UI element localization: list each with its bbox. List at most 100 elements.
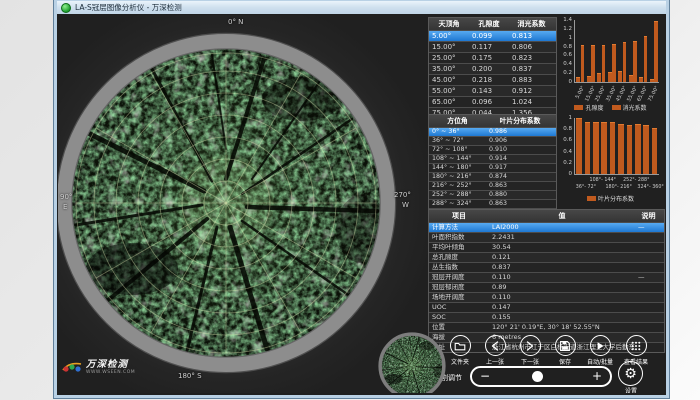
table-row[interactable]: 冠层开阔度0.110— (429, 273, 664, 283)
table-row[interactable]: 场地开阔度0.110 (429, 293, 664, 303)
legend-label: 孔隙度 (585, 103, 603, 112)
slider-minus-button[interactable]: − (480, 369, 490, 384)
table-cell: 35.00° (429, 64, 469, 74)
wseen-logo-icon (61, 358, 83, 376)
table-row[interactable]: 0° ~ 36°0.986 (429, 128, 556, 137)
slider-thumb[interactable] (532, 371, 543, 382)
table-row[interactable]: 288° ~ 324°0.863 (429, 200, 556, 209)
split-adjust-slider[interactable]: − + (470, 366, 612, 387)
arrow-left-icon (485, 335, 506, 356)
tool-button-label: 文件夹 (442, 357, 478, 366)
table-row[interactable]: 180° ~ 216°0.874 (429, 173, 556, 182)
slider-plus-button[interactable]: + (592, 369, 602, 384)
auto-batch-button[interactable]: 自动/批量 (582, 335, 618, 366)
bar (627, 125, 633, 174)
table-row[interactable]: 55.00°0.1430.912 (429, 86, 556, 97)
table-cell (635, 233, 662, 242)
table-cell: 0.110 (489, 273, 635, 282)
table-cell: 120° 21' 0.19"E, 30° 18' 52.55"N (489, 323, 635, 332)
table-row[interactable]: 丛生指数0.837 (429, 263, 664, 273)
x-axis-tick-label: 252°- 288° (621, 178, 651, 183)
app-window: LA-S冠层图像分析仪 - 万深检测 (53, 0, 670, 399)
table-row[interactable]: 72° ~ 108°0.910 (429, 146, 556, 155)
column-header: 方位角 (429, 115, 486, 127)
table-row[interactable]: 35.00°0.2000.837 (429, 64, 556, 75)
bar (639, 77, 643, 82)
table-cell: 冠层开阔度 (429, 273, 489, 282)
bar (643, 125, 649, 174)
table-cell: 0.099 (469, 31, 509, 41)
table-cell: 15.00° (429, 42, 469, 52)
table-row[interactable]: 144° ~ 180°0.917 (429, 164, 556, 173)
table-cell: 36° ~ 72° (429, 137, 486, 145)
y-axis-tick-label: 0 (558, 171, 572, 177)
table-row[interactable]: 252° ~ 288°0.880 (429, 191, 556, 200)
compass-west-deg: 270° (394, 191, 411, 199)
column-header: 天顶角 (429, 18, 469, 30)
y-axis-tick-label: 0.6 (558, 137, 572, 143)
table-cell: 0.917 (486, 164, 554, 172)
table-row[interactable]: 25.00°0.1750.823 (429, 53, 556, 64)
tool-button-label: 上一张 (477, 357, 513, 366)
table-row[interactable]: 15.00°0.1170.806 (429, 42, 556, 53)
table-cell: 25.00° (429, 53, 469, 63)
table-cell: 55.00° (429, 86, 469, 96)
table-cell: 0.880 (486, 191, 554, 199)
table-row[interactable]: 叶面积指数2.2431 (429, 233, 664, 243)
table-cell: 0.823 (509, 53, 554, 63)
bar (629, 75, 633, 82)
bar (585, 122, 591, 174)
table-row[interactable]: 36° ~ 72°0.906 (429, 137, 556, 146)
titlebar[interactable]: LA-S冠层图像分析仪 - 万深检测 (57, 1, 666, 14)
legend-item: 消光系数 (612, 103, 647, 112)
compass-north-label: 0° N (228, 18, 243, 26)
save-button[interactable]: 保存 (547, 335, 583, 366)
settings-button[interactable]: ⚙ (618, 361, 643, 386)
bar (623, 42, 627, 82)
table-cell: 冠层郁闭度 (429, 283, 489, 292)
table-cell: 0.175 (469, 53, 509, 63)
table-row[interactable]: 总孔隙度0.121 (429, 253, 664, 263)
table-row[interactable]: 计算方法LAI2000— (429, 223, 664, 233)
table-row[interactable]: 108° ~ 144°0.914 (429, 155, 556, 164)
chart-legend: 孔隙度消光系数 (558, 103, 663, 112)
bar (652, 128, 658, 174)
table-cell: 0.906 (486, 137, 554, 145)
folder-button[interactable]: 文件夹 (442, 335, 478, 366)
table-row[interactable]: 65.00°0.0961.024 (429, 97, 556, 108)
table-cell: 0.837 (489, 263, 635, 272)
table-cell: 108° ~ 144° (429, 155, 486, 163)
bar (576, 118, 582, 174)
logo-brand-text: 万深检测 (86, 360, 135, 370)
table-cell (635, 293, 662, 302)
table-cell (635, 283, 662, 292)
legend-swatch (612, 105, 621, 110)
table-row[interactable]: SOC0.155 (429, 313, 664, 323)
compass-west-label: W (402, 201, 409, 209)
table-row[interactable]: 5.00°0.0990.813 (429, 31, 556, 42)
table-row[interactable]: 冠层郁闭度0.89 (429, 283, 664, 293)
table-row[interactable]: 位置120° 21' 0.19"E, 30° 18' 52.55"N (429, 323, 664, 333)
bar (608, 72, 612, 82)
legend-label: 叶片分布系数 (598, 194, 634, 203)
table-cell: 45.00° (429, 75, 469, 85)
next-button[interactable]: 下一张 (512, 335, 548, 366)
thumbnail-preview[interactable] (378, 332, 446, 393)
fisheye-image[interactable] (58, 29, 400, 377)
table-row[interactable]: 平均叶倾角30.54 (429, 243, 664, 253)
table-cell (635, 263, 662, 272)
y-axis-tick-label: 0 (558, 79, 572, 85)
x-axis-tick-label: 180°- 216° (604, 185, 634, 190)
bar (610, 122, 616, 174)
bar (593, 122, 599, 174)
table-row[interactable]: 45.00°0.2180.883 (429, 75, 556, 86)
table-row[interactable]: UOC0.147 (429, 303, 664, 313)
column-header: 值 (489, 210, 635, 222)
y-axis-tick-label: 0.8 (558, 44, 572, 50)
azimuth-angle-table: 方位角叶片分布系数0° ~ 36°0.98636° ~ 72°0.90672° … (428, 114, 557, 218)
table-row[interactable]: 216° ~ 252°0.863 (429, 182, 556, 191)
prev-button[interactable]: 上一张 (477, 335, 513, 366)
table-cell: 0.863 (486, 182, 554, 190)
bar (650, 79, 654, 82)
table-cell: 丛生指数 (429, 263, 489, 272)
